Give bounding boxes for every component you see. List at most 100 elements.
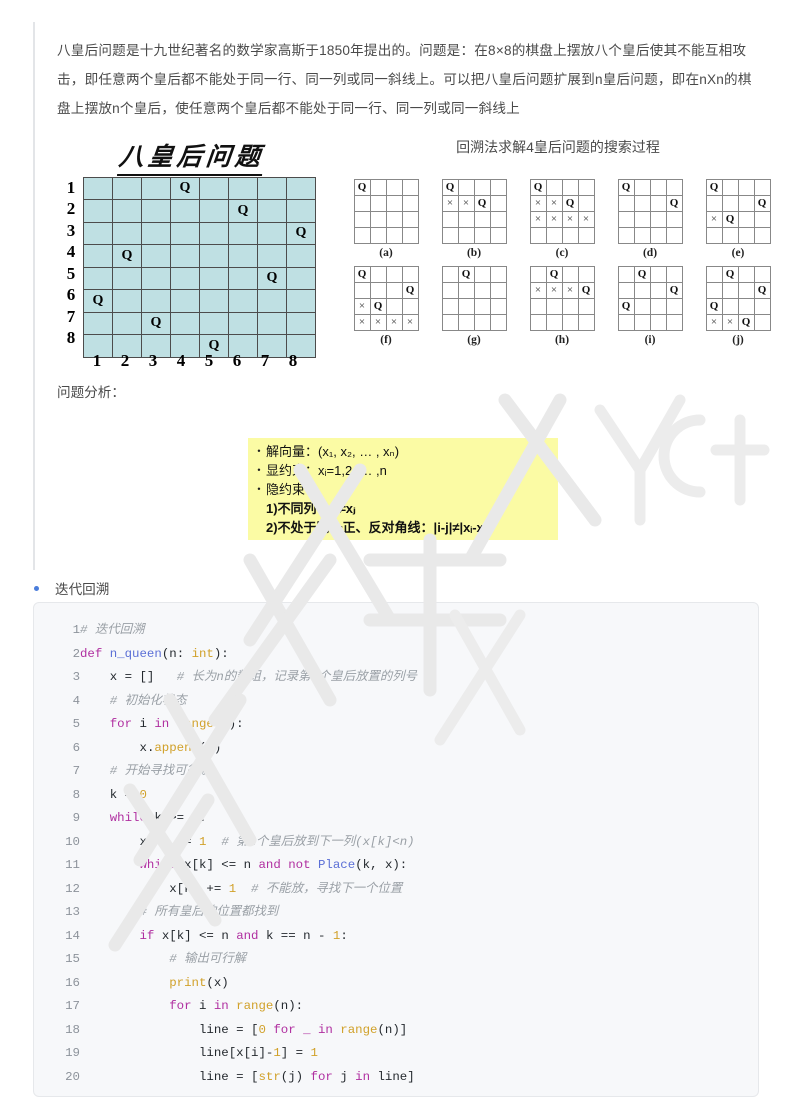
four-queens-cell bbox=[617, 313, 635, 331]
four-queens-cell-queen: Q bbox=[617, 297, 635, 315]
four-queens-cell bbox=[545, 313, 563, 331]
four-queens-cell bbox=[529, 297, 547, 315]
four-queens-cell bbox=[489, 265, 507, 283]
four-queens-row: Q bbox=[705, 178, 771, 196]
code-line-number: 15 bbox=[65, 952, 80, 966]
four-queens-cell bbox=[529, 313, 547, 331]
four-queens-cell-queen: Q bbox=[353, 265, 371, 283]
code-line-text: x = [] # 长为n的数组，记录第k个皇后放置的列号 bbox=[109, 670, 418, 684]
constraint-text: 1)不同列：xᵢ≠xⱼ bbox=[266, 501, 356, 516]
board8-cell bbox=[141, 289, 171, 313]
code-line: 1 # 迭代回溯 bbox=[40, 619, 417, 643]
four-queens-cell bbox=[457, 313, 475, 331]
four-queens-cell bbox=[617, 210, 635, 228]
four-queens-cell-blocked: × bbox=[721, 313, 739, 331]
four-queens-board: QQ bbox=[617, 178, 683, 244]
board8-row: Q bbox=[83, 176, 316, 201]
four-queens-cell-queen: Q bbox=[441, 178, 459, 196]
four-queens-cell bbox=[545, 226, 563, 244]
four-queens-cell bbox=[401, 178, 419, 196]
four-queens-cell-blocked: × bbox=[441, 194, 459, 212]
code-line-text: x[k] += 1 # 不能放，寻找下一个位置 bbox=[169, 881, 403, 896]
board8-cell bbox=[228, 221, 258, 246]
board8-cell bbox=[112, 266, 142, 291]
board8-cell bbox=[141, 176, 171, 201]
board8-cell bbox=[112, 199, 142, 223]
four-queens-row bbox=[441, 297, 507, 315]
board8-cell-queen: Q bbox=[257, 266, 287, 291]
four-queens-cell bbox=[737, 226, 755, 244]
four-queens-cell bbox=[473, 281, 491, 299]
four-queens-board: QQQ bbox=[617, 265, 683, 331]
board8-col-label: 8 bbox=[288, 350, 298, 370]
four-queens-row: × × Q bbox=[441, 194, 507, 212]
four-queens-diagram-label: (i) bbox=[644, 333, 656, 346]
board8-row: Q bbox=[83, 311, 316, 336]
code-line-number: 10 bbox=[65, 834, 80, 849]
code-line-text: line[x[i]-1] = 1 bbox=[198, 1046, 318, 1060]
four-queens-cell-blocked: × bbox=[545, 194, 563, 212]
four-queens-row bbox=[529, 226, 595, 244]
board8-col-label: 6 bbox=[232, 350, 242, 370]
four-queens-cell bbox=[545, 297, 563, 315]
four-queens-cell-queen: Q bbox=[753, 281, 771, 299]
four-queens-cell-blocked: × bbox=[529, 210, 547, 228]
four-queens-cell-blocked: × bbox=[353, 297, 371, 315]
code-line-text: # 迭代回溯 bbox=[80, 623, 145, 637]
four-queens-cell bbox=[401, 210, 419, 228]
four-queens-row: Q bbox=[617, 178, 683, 196]
four-queens-diagram: Q Q Q (i) bbox=[611, 265, 689, 346]
code-block[interactable]: 1 # 迭代回溯 2 def n_queen(n: int): 3 x = [] # 长… bbox=[33, 602, 759, 1097]
four-queens-board: Q × × Q × × × × bbox=[529, 178, 595, 244]
analysis-label: 问题分析： bbox=[57, 384, 125, 400]
board8-col-label: 2 bbox=[120, 350, 130, 370]
code-line-text: while x[k] <= n and not Place(k, x): bbox=[139, 858, 408, 872]
four-queens-cell bbox=[737, 265, 755, 283]
four-queens-cell-queen: Q bbox=[721, 265, 739, 283]
board8-cell bbox=[257, 289, 287, 313]
code-line-number: 9 bbox=[72, 811, 80, 825]
constraint-text: 显约束：xᵢ=1,2, … ,n bbox=[266, 463, 387, 478]
four-queens-board: Q × × × Q bbox=[529, 265, 595, 331]
four-queens-cell bbox=[369, 194, 387, 212]
four-queens-cell bbox=[649, 210, 667, 228]
four-queens-cell bbox=[385, 178, 403, 196]
four-queens-cell bbox=[353, 210, 371, 228]
four-queens-cell-queen: Q bbox=[353, 178, 371, 196]
four-queens-cell-blocked: × bbox=[545, 281, 563, 299]
four-queens-cell bbox=[737, 297, 755, 315]
four-queens-row bbox=[353, 210, 419, 228]
four-queens-cell bbox=[649, 178, 667, 196]
four-queens-cell bbox=[369, 265, 387, 283]
code-line: 6 x.append(0) bbox=[40, 737, 417, 761]
board8-cell bbox=[170, 199, 200, 223]
code-line-text: x.append(0) bbox=[139, 740, 222, 755]
board8-cell bbox=[286, 199, 316, 223]
four-queens-cell bbox=[473, 210, 491, 228]
four-queens-cell-blocked: × bbox=[561, 210, 579, 228]
four-queens-cell bbox=[529, 226, 547, 244]
code-line: 3 x = [] # 长为n的数组，记录第k个皇后放置的列号 bbox=[40, 666, 418, 690]
board8-col-label: 4 bbox=[176, 350, 186, 370]
four-queens-row bbox=[617, 210, 683, 228]
board8-cell bbox=[83, 311, 113, 336]
board8-cell bbox=[141, 221, 171, 246]
four-queens-cell bbox=[665, 210, 683, 228]
board8-cell bbox=[170, 266, 200, 291]
constraint-line: 2)不处于同一正、反对角线：|i-j|≠|xᵢ-xⱼ| bbox=[252, 518, 552, 537]
four-queens-cell-queen: Q bbox=[529, 178, 547, 196]
four-queens-cell-blocked: × bbox=[457, 194, 475, 212]
four-queens-cell bbox=[489, 178, 507, 196]
four-queens-cell-blocked: × bbox=[705, 313, 723, 331]
board8-cell bbox=[83, 176, 113, 201]
four-queens-cell bbox=[665, 178, 683, 196]
four-queens-cell-queen: Q bbox=[705, 297, 723, 315]
code-line: 8 k = 0 bbox=[40, 784, 417, 808]
eight-queens-title: 八皇后问题 bbox=[116, 136, 267, 176]
code-line: 2 def n_queen(n: int): bbox=[40, 643, 417, 667]
code-line-number: 5 bbox=[72, 717, 80, 731]
four-queens-row bbox=[441, 226, 507, 244]
four-queens-cell bbox=[753, 265, 771, 283]
four-queens-cell bbox=[369, 210, 387, 228]
four-queens-cell bbox=[353, 281, 371, 299]
